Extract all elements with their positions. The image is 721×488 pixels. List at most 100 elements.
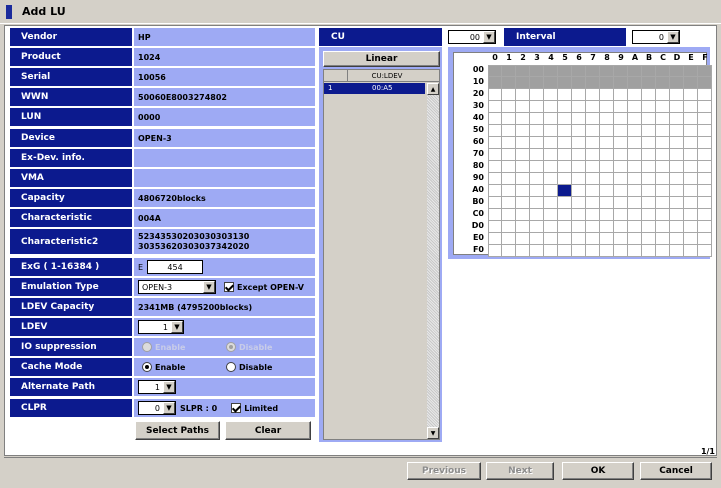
ldev-cell[interactable] <box>586 209 600 221</box>
ldev-cell[interactable] <box>698 245 712 257</box>
ldev-cell[interactable] <box>600 77 614 89</box>
cu-ldev-list[interactable]: CU:LDEV 1 00:A5 ▲ ▼ <box>323 69 440 440</box>
ldev-cell[interactable] <box>572 161 586 173</box>
ldev-cell[interactable] <box>684 113 698 125</box>
ldev-cell[interactable] <box>670 161 684 173</box>
ldev-cell[interactable] <box>530 77 544 89</box>
ldev-cell[interactable] <box>544 161 558 173</box>
ldev-cell[interactable] <box>572 101 586 113</box>
ldev-cell[interactable] <box>684 209 698 221</box>
ldev-cell[interactable] <box>516 65 530 77</box>
vertical-scrollbar[interactable]: ▲ ▼ <box>427 83 439 439</box>
ldev-cell[interactable] <box>628 137 642 149</box>
ldev-cell[interactable] <box>488 101 502 113</box>
ldev-cell[interactable] <box>684 221 698 233</box>
ldev-cell[interactable] <box>614 149 628 161</box>
ldev-cell[interactable] <box>600 113 614 125</box>
ldev-cell[interactable] <box>698 173 712 185</box>
chevron-down-icon[interactable]: ▼ <box>667 31 679 43</box>
ldev-cell[interactable] <box>530 101 544 113</box>
ldev-cell[interactable] <box>544 173 558 185</box>
ldev-cell[interactable] <box>516 185 530 197</box>
ldev-cell[interactable] <box>642 185 656 197</box>
ldev-cell[interactable] <box>586 137 600 149</box>
ldev-cell[interactable] <box>600 245 614 257</box>
ldev-cell[interactable] <box>656 185 670 197</box>
ldev-cell[interactable] <box>628 185 642 197</box>
ldev-cell[interactable] <box>656 89 670 101</box>
cancel-button[interactable]: Cancel <box>640 462 712 480</box>
ldev-cell[interactable] <box>488 77 502 89</box>
ldev-cell[interactable] <box>642 245 656 257</box>
ldev-cell[interactable] <box>670 125 684 137</box>
ldev-cell[interactable] <box>502 113 516 125</box>
ldev-cell[interactable] <box>502 137 516 149</box>
ldev-cell[interactable] <box>684 89 698 101</box>
ldev-cell[interactable] <box>572 113 586 125</box>
ldev-cell[interactable] <box>670 65 684 77</box>
ldev-cell[interactable] <box>642 149 656 161</box>
ldev-cell[interactable] <box>488 197 502 209</box>
linear-button[interactable]: Linear <box>323 51 440 67</box>
ldev-cell[interactable] <box>642 233 656 245</box>
ldev-cell[interactable] <box>628 197 642 209</box>
limited-checkbox[interactable]: Limited <box>231 403 278 413</box>
radio-icon[interactable] <box>226 362 236 372</box>
ldev-cell[interactable] <box>572 89 586 101</box>
ldev-cell[interactable] <box>544 77 558 89</box>
ldev-cell[interactable] <box>558 101 572 113</box>
ldev-cell[interactable] <box>670 77 684 89</box>
ldev-cell[interactable] <box>642 197 656 209</box>
ldev-cell[interactable] <box>530 125 544 137</box>
ldev-cell[interactable] <box>656 245 670 257</box>
ldev-cell[interactable] <box>642 209 656 221</box>
ldev-cell[interactable] <box>572 197 586 209</box>
ldev-cell[interactable] <box>656 221 670 233</box>
ldev-cell[interactable] <box>516 197 530 209</box>
ldev-cell[interactable] <box>544 137 558 149</box>
ldev-cell[interactable] <box>600 197 614 209</box>
ldev-cell[interactable] <box>488 89 502 101</box>
ldev-cell[interactable] <box>656 125 670 137</box>
checkbox-checked-icon[interactable] <box>224 282 234 292</box>
ldev-cell[interactable] <box>600 101 614 113</box>
ldev-cell[interactable] <box>642 161 656 173</box>
ldev-cell[interactable] <box>558 209 572 221</box>
ldev-cell[interactable] <box>558 125 572 137</box>
ldev-cell[interactable] <box>628 77 642 89</box>
ldev-cell[interactable] <box>600 185 614 197</box>
ldev-cell[interactable] <box>502 245 516 257</box>
ldev-cell[interactable] <box>628 89 642 101</box>
ldev-cell[interactable] <box>586 89 600 101</box>
ldev-cell[interactable] <box>502 197 516 209</box>
ldev-select[interactable]: 1 ▼ <box>138 320 184 334</box>
scroll-down-icon[interactable]: ▼ <box>427 427 439 439</box>
io-suppression-enable-radio[interactable]: Enable <box>142 342 226 352</box>
ldev-cell[interactable] <box>558 77 572 89</box>
ldev-cell[interactable] <box>488 65 502 77</box>
ldev-cell[interactable] <box>628 125 642 137</box>
ldev-cell[interactable] <box>558 221 572 233</box>
ldev-cell[interactable] <box>516 101 530 113</box>
chevron-down-icon[interactable]: ▼ <box>163 402 175 414</box>
ldev-cell[interactable] <box>572 221 586 233</box>
ldev-cell[interactable] <box>586 101 600 113</box>
ldev-cell[interactable] <box>502 173 516 185</box>
ldev-cell[interactable] <box>614 65 628 77</box>
ldev-cell[interactable] <box>628 221 642 233</box>
ldev-cell[interactable] <box>614 101 628 113</box>
ldev-cell[interactable] <box>516 245 530 257</box>
ldev-cell[interactable] <box>684 233 698 245</box>
ldev-cell[interactable] <box>642 101 656 113</box>
chevron-down-icon[interactable]: ▼ <box>203 281 215 293</box>
ldev-cell[interactable] <box>614 185 628 197</box>
ldev-cell[interactable] <box>642 65 656 77</box>
alternate-path-select[interactable]: 1 ▼ <box>138 380 176 394</box>
ldev-cell[interactable] <box>502 65 516 77</box>
list-item[interactable]: 1 00:A5 <box>324 83 425 94</box>
ldev-cell[interactable] <box>670 185 684 197</box>
ldev-cell[interactable] <box>516 233 530 245</box>
ldev-cell[interactable] <box>488 209 502 221</box>
ldev-cell[interactable] <box>600 233 614 245</box>
ldev-cell[interactable] <box>530 185 544 197</box>
